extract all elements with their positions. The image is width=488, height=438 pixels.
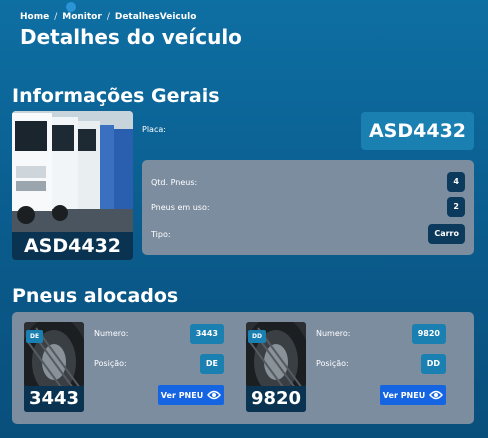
tire-photo: DD 9820 xyxy=(246,322,306,412)
tire-numero-value: 3443 xyxy=(189,324,224,344)
loading-indicator-dot xyxy=(66,2,76,12)
tire-numero-label: Numero: xyxy=(94,329,129,338)
tire-posicao-value: DD xyxy=(420,354,446,374)
truck-photo xyxy=(12,111,133,233)
info-value: Carro xyxy=(428,224,465,244)
info-row-tipo: Tipo: Carro xyxy=(151,224,465,244)
tire-position-tag: DE xyxy=(26,330,44,343)
vehicle-info-panel: Qtd. Pneus: 4 Pneus em uso: 2 Tipo: Carr… xyxy=(142,160,474,255)
breadcrumb-separator: / xyxy=(106,12,110,22)
info-row-qtd-pneus: Qtd. Pneus: 4 xyxy=(151,172,465,192)
tire-posicao-value: DE xyxy=(199,354,224,374)
allocated-tires-panel: DE 3443 Numero: 3443 Posição: DE Ver PNE… xyxy=(12,312,474,424)
tire-posicao-label: Posição: xyxy=(94,359,127,368)
placa-value: ASD4432 xyxy=(361,112,474,150)
ver-pneu-button[interactable]: Ver PNEU xyxy=(158,385,224,405)
allocated-tires-title: Pneus alocados xyxy=(12,285,179,307)
eye-icon xyxy=(207,390,222,400)
tire-number-caption: 3443 xyxy=(24,386,84,412)
tire-numero-value: 9820 xyxy=(411,324,446,344)
breadcrumb: Home / Monitor / DetalhesVeiculo xyxy=(20,12,196,22)
info-row-pneus-em-uso: Pneus em uso: 2 xyxy=(151,197,465,217)
ver-pneu-label: Ver PNEU xyxy=(160,390,204,400)
tire-photo: DE 3443 xyxy=(24,322,84,412)
tire-numero-label: Numero: xyxy=(316,329,351,338)
info-label: Tipo: xyxy=(151,229,171,239)
breadcrumb-monitor[interactable]: Monitor xyxy=(62,12,102,22)
breadcrumb-current: DetalhesVeiculo xyxy=(114,12,197,22)
ver-pneu-button[interactable]: Ver PNEU xyxy=(380,385,446,405)
tire-card: DE 3443 Numero: 3443 Posição: DE Ver PNE… xyxy=(24,322,224,416)
info-value: 4 xyxy=(447,172,465,192)
vehicle-photo-card: ASD4432 xyxy=(12,111,133,260)
info-label: Qtd. Pneus: xyxy=(151,177,198,187)
tire-posicao-label: Posição: xyxy=(316,359,349,368)
info-value: 2 xyxy=(447,197,465,217)
info-label: Pneus em uso: xyxy=(151,202,210,212)
tire-card: DD 9820 Numero: 9820 Posição: DD Ver PNE… xyxy=(246,322,446,416)
vehicle-plate-caption: ASD4432 xyxy=(12,232,133,260)
breadcrumb-home[interactable]: Home xyxy=(20,12,49,22)
placa-label: Placa: xyxy=(142,125,166,134)
eye-icon xyxy=(429,390,444,400)
page-title: Detalhes do veículo xyxy=(20,25,242,49)
breadcrumb-separator: / xyxy=(54,12,58,22)
tire-number-caption: 9820 xyxy=(246,386,306,412)
general-info-title: Informações Gerais xyxy=(12,85,220,107)
ver-pneu-label: Ver PNEU xyxy=(382,390,426,400)
tire-position-tag: DD xyxy=(248,330,266,343)
